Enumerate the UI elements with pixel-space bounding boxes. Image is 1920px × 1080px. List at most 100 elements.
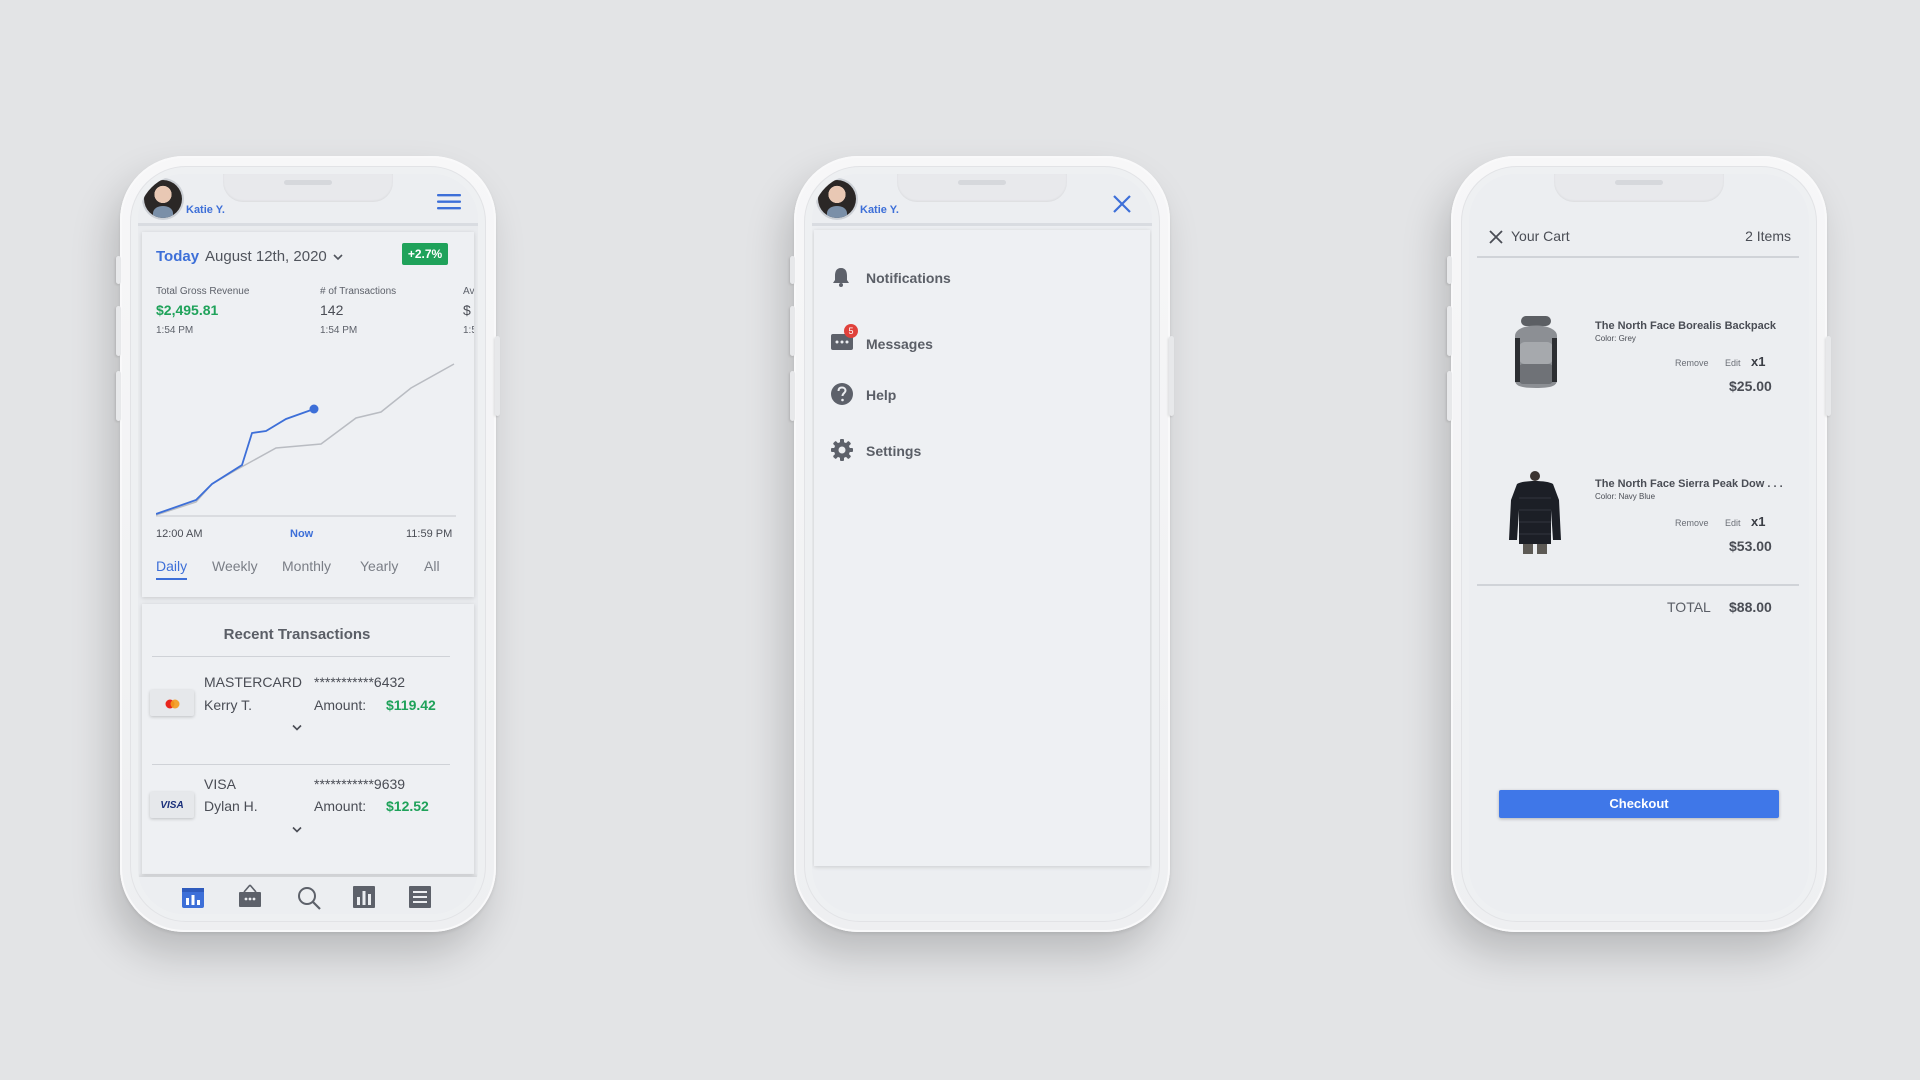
chevron-down-icon	[333, 253, 343, 261]
list-icon[interactable]	[408, 885, 432, 909]
backpack-image	[1511, 314, 1561, 388]
transaction-row[interactable]: MASTERCARD ***********6432 Kerry T. Amou…	[142, 674, 474, 766]
expand-chevron-icon[interactable]	[292, 724, 302, 731]
menu-item-notifications[interactable]: Notifications	[830, 266, 1130, 292]
customer-name: Kerry T.	[204, 697, 252, 713]
metric-label: # of Transactions	[320, 286, 397, 297]
mastercard-logo	[150, 690, 194, 716]
item-color: Color: Grey	[1595, 334, 1636, 343]
metric-time: 1:5	[463, 325, 474, 336]
recent-transactions-title: Recent Transactions	[223, 626, 371, 643]
metric-value: $2,495.81	[156, 302, 219, 318]
notification-badge: 5	[844, 324, 858, 338]
recent-transactions-card: Recent Transactions MASTERCARD *********…	[142, 604, 474, 874]
revenue-line-chart[interactable]	[156, 352, 456, 517]
cart-item[interactable]: The North Face Sierra Peak Dow . . . Col…	[1469, 471, 1809, 584]
menu-item-label: Settings	[866, 443, 922, 459]
close-icon[interactable]	[1112, 194, 1132, 214]
metric-time: 1:54 PM	[156, 325, 194, 336]
dashboard-screen: Katie Y. Today August 12th, 2020 +2.7% T…	[138, 174, 478, 914]
phone-menu: Katie Y. Notifications 5 Messages Help S…	[790, 156, 1174, 932]
amount-value: $119.42	[386, 697, 436, 713]
remove-button[interactable]: Remove	[1675, 358, 1709, 368]
cart-total-row: TOTAL $88.00	[1477, 584, 1799, 624]
avatar[interactable]	[144, 180, 182, 218]
menu-item-settings[interactable]: Settings	[830, 438, 1130, 464]
card-type: MASTERCARD	[204, 674, 303, 690]
bottom-nav	[138, 877, 478, 914]
cart-title: Your Cart	[1511, 228, 1570, 244]
phone-notch	[223, 174, 393, 202]
metric-transactions: # of Transactions 142 1:54 PM	[320, 286, 396, 336]
menu-screen: Katie Y. Notifications 5 Messages Help S…	[812, 174, 1152, 914]
phone-dashboard: Katie Y. Today August 12th, 2020 +2.7% T…	[116, 156, 500, 932]
item-name: The North Face Sierra Peak Dow . . .	[1595, 478, 1783, 490]
tab-daily[interactable]: Daily	[156, 558, 188, 580]
phone-notch	[897, 174, 1067, 202]
reports-icon[interactable]	[352, 885, 376, 909]
metric-value: $	[463, 302, 471, 318]
menu-panel: Notifications 5 Messages Help Settings	[814, 230, 1150, 866]
close-cart-icon[interactable]	[1489, 230, 1503, 244]
change-badge: +2.7%	[402, 243, 448, 265]
hamburger-menu-icon[interactable]	[437, 194, 461, 210]
menu-item-help[interactable]: Help	[830, 382, 1130, 408]
tab-monthly[interactable]: Monthly	[282, 558, 331, 574]
item-price: $25.00	[1729, 378, 1772, 394]
axis-start-label: 12:00 AM	[156, 528, 203, 540]
metric-gross-revenue: Total Gross Revenue $2,495.81 1:54 PM	[156, 286, 249, 336]
cart-count: 2 Items	[1745, 228, 1791, 244]
metrics-row: Total Gross Revenue $2,495.81 1:54 PM # …	[156, 286, 474, 346]
cart-item[interactable]: The North Face Borealis Backpack Color: …	[1469, 314, 1809, 424]
item-quantity: x1	[1751, 354, 1766, 369]
customer-name: Dylan H.	[204, 798, 258, 814]
phone-notch	[1554, 174, 1724, 202]
card-type: VISA	[204, 776, 236, 792]
date-selector[interactable]: August 12th, 2020	[205, 248, 343, 265]
checkout-label: Checkout	[1609, 796, 1669, 811]
search-icon[interactable]	[296, 885, 322, 911]
transaction-row[interactable]: VISA VISA ***********9639 Dylan H. Amoun…	[142, 776, 474, 868]
today-label[interactable]: Today	[156, 248, 199, 265]
previous-period-line	[156, 363, 455, 516]
amount-label: Amount:	[314, 697, 367, 713]
item-price: $53.00	[1729, 538, 1772, 554]
tab-yearly[interactable]: Yearly	[360, 558, 398, 574]
cart-screen: Your Cart 2 Items The North Face Boreali…	[1469, 174, 1809, 914]
edit-button[interactable]: Edit	[1725, 358, 1741, 368]
current-period-line	[156, 408, 315, 515]
expand-chevron-icon[interactable]	[292, 826, 302, 833]
visa-logo: VISA	[150, 792, 194, 818]
metric-average: Av $ 1:5	[463, 286, 474, 336]
item-quantity: x1	[1751, 514, 1766, 529]
checkout-button[interactable]: Checkout	[1499, 790, 1779, 818]
date-label: August 12th, 2020	[205, 248, 327, 265]
menu-item-messages[interactable]: 5 Messages	[830, 324, 1130, 356]
edit-button[interactable]: Edit	[1725, 518, 1741, 528]
total-label: TOTAL	[1667, 599, 1711, 615]
tab-all[interactable]: All	[424, 558, 440, 574]
metric-label: Av	[463, 286, 474, 297]
card-number: ***********9639	[314, 776, 406, 792]
shop-icon[interactable]	[237, 883, 263, 909]
metric-label: Total Gross Revenue	[156, 286, 250, 297]
visa-logo-text: VISA	[160, 800, 184, 811]
avatar[interactable]	[818, 180, 856, 218]
user-name: Katie Y.	[860, 204, 899, 216]
now-point	[309, 404, 319, 414]
bell-icon	[830, 266, 852, 288]
metric-value: 142	[320, 302, 344, 318]
menu-item-label: Help	[866, 387, 897, 403]
user-name: Katie Y.	[186, 204, 225, 216]
menu-item-label: Notifications	[866, 270, 951, 286]
amount-label: Amount:	[314, 798, 367, 814]
total-value: $88.00	[1729, 599, 1772, 615]
tab-weekly[interactable]: Weekly	[212, 558, 258, 574]
revenue-card: Today August 12th, 2020 +2.7% Total Gros…	[142, 232, 474, 597]
dashboard-icon[interactable]	[181, 885, 205, 909]
gear-icon	[830, 438, 854, 462]
card-number: ***********6432	[314, 674, 406, 690]
remove-button[interactable]: Remove	[1675, 518, 1709, 528]
help-icon	[830, 382, 854, 406]
item-name: The North Face Borealis Backpack	[1595, 320, 1776, 332]
